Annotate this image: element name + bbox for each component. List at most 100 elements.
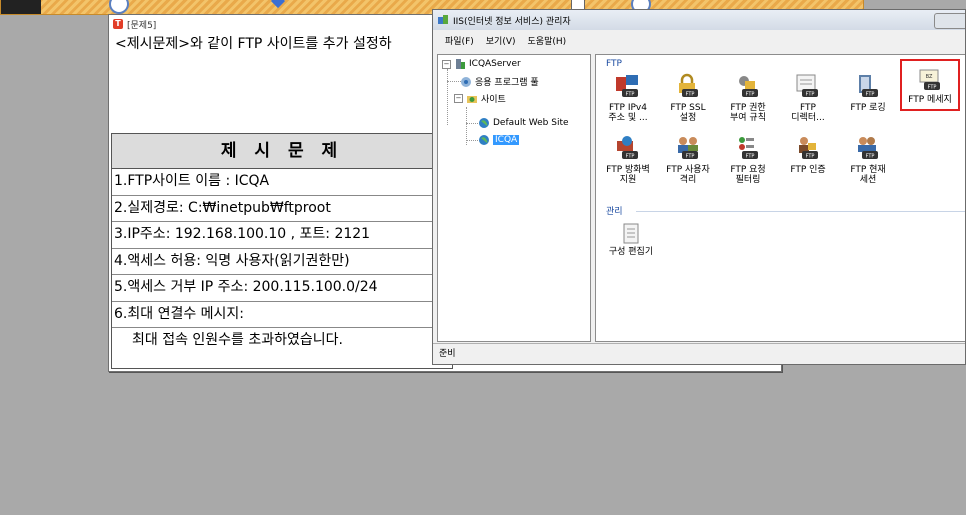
document-icon: T xyxy=(113,19,123,29)
feature-ftp-authentication[interactable]: FTP FTP 인증 xyxy=(780,135,836,175)
iis-titlebar[interactable]: IIS(인터넷 정보 서비스) 관리자 xyxy=(433,10,965,30)
tree-node-sites[interactable]: − 사이트 xyxy=(454,92,506,105)
group-heading-manage: 관리 xyxy=(606,207,623,217)
feature-label: 필터링 xyxy=(735,175,761,185)
menu-help[interactable]: 도움말(H) xyxy=(522,34,573,47)
globe-icon xyxy=(479,118,489,128)
ftp-firewall-icon: FTP xyxy=(617,136,638,160)
connections-tree: − ICQAServer 응용 프로그램 풀 − 사이트 Default Web… xyxy=(437,54,591,342)
ftp-ssl-icon: FTP xyxy=(679,73,698,98)
menu-view[interactable]: 보기(V) xyxy=(480,34,522,47)
feature-label: FTP 로깅 xyxy=(850,103,886,113)
svg-text:FTP: FTP xyxy=(746,92,755,98)
example-line: 2.실제경로: C:₩inetpub₩ftproot xyxy=(112,196,452,222)
ftp-directory-icon: FTP xyxy=(796,74,818,98)
svg-text:FTP: FTP xyxy=(686,92,695,98)
statusbar: 준비 xyxy=(433,343,965,364)
feature-label: FTP 인증 xyxy=(790,165,826,175)
problem-instruction: <제시문제>와 같이 FTP 사이트를 추가 설정하 xyxy=(115,36,392,52)
tree-label-default-site: Default Web Site xyxy=(493,118,569,128)
feature-label: FTP SSL xyxy=(670,103,706,113)
config-editor-icon xyxy=(623,223,639,244)
tree-node-icqa[interactable]: ICQA xyxy=(478,134,520,146)
example-line: 3.IP주소: 192.168.100.10 , 포트: 2121 xyxy=(112,222,452,249)
feature-label: FTP 권한 xyxy=(730,103,766,113)
svg-text:FTP: FTP xyxy=(928,85,937,91)
example-line: 5.액세스 거부 IP 주소: 200.115.100.0/24 xyxy=(112,275,452,302)
diamond-marker-icon xyxy=(270,0,286,9)
feature-label: 격리 xyxy=(679,175,697,185)
globe-icon xyxy=(479,135,489,145)
example-heading: 제 시 문 제 xyxy=(112,134,452,169)
iis-app-icon xyxy=(438,15,448,24)
tree-connector xyxy=(466,140,478,141)
circle-marker-icon xyxy=(109,0,129,14)
collapse-toggle-icon[interactable]: − xyxy=(454,94,463,103)
feature-label: FTP 사용자 xyxy=(666,165,710,175)
tree-node-app-pools[interactable]: 응용 프로그램 풀 xyxy=(460,75,539,88)
tree-label-server: ICQAServer xyxy=(469,59,521,69)
group-divider xyxy=(636,211,965,212)
svg-text:FTP: FTP xyxy=(626,92,635,98)
ftp-request-filtering-icon: FTP xyxy=(739,137,758,160)
example-line: 1.FTP사이트 이름 : ICQA xyxy=(112,169,452,196)
svg-text:FTP: FTP xyxy=(686,154,695,160)
iis-title-text: IIS(인터넷 정보 서비스) 관리자 xyxy=(453,16,571,27)
feature-ftp-logging[interactable]: FTP FTP 로깅 xyxy=(840,73,896,113)
feature-label: FTP 방화벽 xyxy=(606,165,650,175)
feature-ftp-directory[interactable]: FTP FTP 디렉터... xyxy=(780,73,836,123)
feature-ftp-messages[interactable]: BZ FTP FTP 메세지 xyxy=(900,59,960,111)
ftp-logging-icon: FTP xyxy=(859,75,878,98)
minimize-button[interactable] xyxy=(934,13,965,29)
feature-ftp-sessions[interactable]: FTP FTP 현재 세션 xyxy=(840,135,896,185)
feature-label: FTP 요청 xyxy=(730,165,766,175)
server-icon xyxy=(456,59,465,69)
features-view: FTP FTP FTP IPv4 주소 및 ... FTP FTP SSL 설정… xyxy=(595,54,965,342)
tree-connector xyxy=(466,123,478,124)
feature-label: 지원 xyxy=(619,175,637,185)
feature-label: 디렉터... xyxy=(791,113,825,123)
feature-config-editor[interactable]: 구성 편집기 xyxy=(600,223,662,257)
feature-ftp-firewall[interactable]: FTP FTP 방화벽 지원 xyxy=(600,135,656,185)
svg-text:FTP: FTP xyxy=(626,154,635,160)
tree-label-app-pool: 응용 프로그램 풀 xyxy=(475,78,539,88)
example-box: 제 시 문 제 1.FTP사이트 이름 : ICQA 2.실제경로: C:₩in… xyxy=(111,133,453,369)
ftp-ipv4-icon: FTP xyxy=(616,75,638,98)
feature-label: 설정 xyxy=(679,113,697,123)
ftp-messages-icon: BZ FTP xyxy=(919,69,940,91)
feature-label: 주소 및 ... xyxy=(608,113,648,123)
feature-label: FTP xyxy=(800,103,816,113)
feature-ftp-authorization[interactable]: FTP FTP 권한 부여 규칙 xyxy=(720,73,776,123)
feature-ftp-user-isolation[interactable]: FTP FTP 사용자 격리 xyxy=(660,135,716,185)
feature-ftp-request-filtering[interactable]: FTP FTP 요청 필터링 xyxy=(720,135,776,185)
ftp-sessions-icon: FTP xyxy=(858,137,878,160)
example-line: 최대 접속 인원수를 초과하였습니다. xyxy=(132,332,343,348)
tree-label-sites: 사이트 xyxy=(481,95,506,105)
svg-text:FTP: FTP xyxy=(746,154,755,160)
svg-text:FTP: FTP xyxy=(806,92,815,98)
svg-text:FTP: FTP xyxy=(806,154,815,160)
feature-label: 세션 xyxy=(859,175,877,185)
panes: − ICQAServer 응용 프로그램 풀 − 사이트 Default Web… xyxy=(437,54,965,342)
svg-text:BZ: BZ xyxy=(926,74,933,80)
tree-label-icqa-selected: ICQA xyxy=(493,135,520,145)
feature-label: 부여 규칙 xyxy=(730,113,766,123)
tree-connector xyxy=(447,69,448,125)
collapse-toggle-icon[interactable]: − xyxy=(442,59,451,69)
svg-text:FTP: FTP xyxy=(866,154,875,160)
ftp-user-isolation-icon: FTP xyxy=(678,137,698,160)
problem-window-title: T [문제5] xyxy=(113,17,156,31)
tree-node-default-site[interactable]: Default Web Site xyxy=(478,117,569,129)
tree-node-server[interactable]: − ICQAServer xyxy=(442,58,521,70)
problem-title-text: [문제5] xyxy=(127,20,157,31)
menu-file[interactable]: 파일(F) xyxy=(439,34,480,47)
app-pool-icon xyxy=(461,76,471,87)
feature-label: FTP 메세지 xyxy=(908,95,952,105)
group-heading-ftp: FTP xyxy=(606,59,622,69)
ftp-authentication-icon: FTP xyxy=(799,137,818,160)
menubar: 파일(F) 보기(V) 도움말(H) xyxy=(433,30,965,50)
feature-label: FTP 현재 xyxy=(850,165,886,175)
feature-ftp-ssl[interactable]: FTP FTP SSL 설정 xyxy=(660,73,716,123)
feature-ftp-ipv4[interactable]: FTP FTP IPv4 주소 및 ... xyxy=(600,73,656,123)
feature-label: 구성 편집기 xyxy=(608,247,654,257)
